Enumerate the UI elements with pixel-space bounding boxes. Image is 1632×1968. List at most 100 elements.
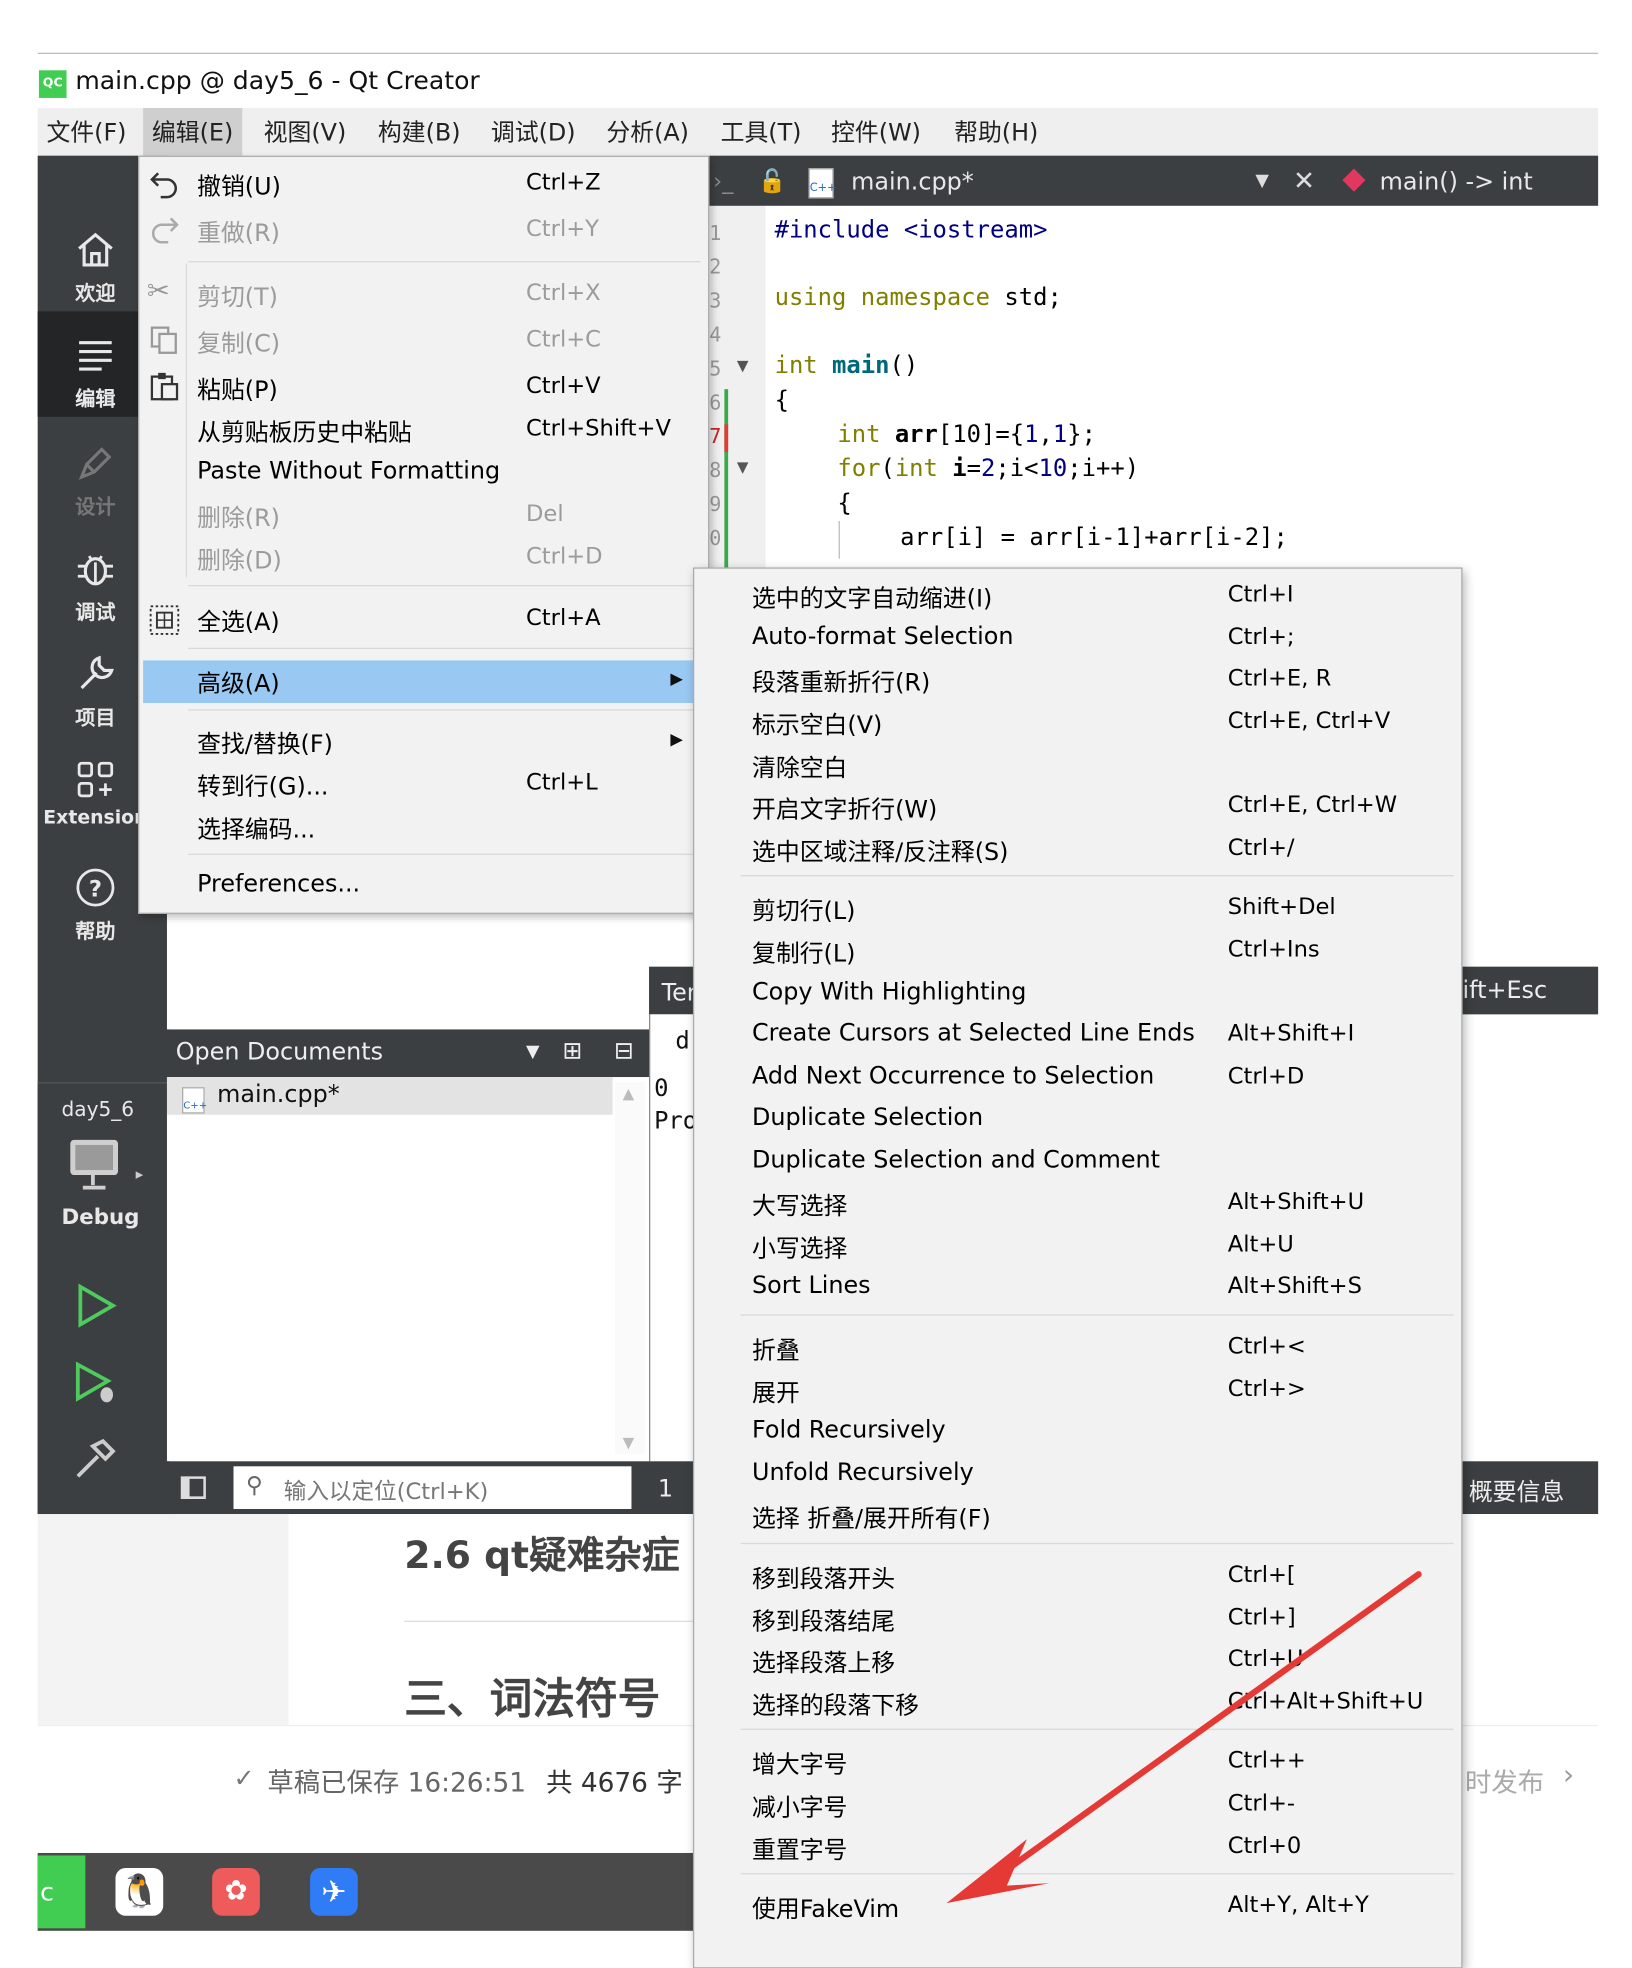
code-token: [10]={ bbox=[937, 420, 1025, 449]
submenu-item[interactable]: Copy With Highlighting bbox=[752, 978, 1026, 1006]
menu-item-delete-line[interactable]: 删除(D) bbox=[197, 542, 282, 576]
mode-debug[interactable]: 调试 bbox=[38, 547, 153, 625]
file-dropdown-icon[interactable]: ▼ bbox=[1255, 171, 1269, 191]
submenu-item[interactable]: Sort Lines bbox=[752, 1272, 871, 1300]
submenu-item[interactable]: 大写选择 bbox=[752, 1188, 847, 1222]
submenu-item[interactable]: 复制行(L) bbox=[752, 935, 855, 969]
submenu-item[interactable]: 开启文字折行(W) bbox=[752, 791, 937, 825]
right-tab-label[interactable]: ift+Esc bbox=[1463, 977, 1548, 1005]
menu-icon-column bbox=[185, 263, 188, 578]
mode-help[interactable]: ? 帮助 bbox=[38, 866, 153, 944]
run-button[interactable] bbox=[73, 1283, 118, 1333]
submenu-item[interactable]: Auto-format Selection bbox=[752, 623, 1014, 651]
menu-item-undo[interactable]: 撤销(U) bbox=[197, 168, 281, 202]
submenu-item[interactable]: 清除空白 bbox=[752, 749, 847, 783]
code-token: <iostream> bbox=[889, 215, 1048, 244]
menu-item-goto-line[interactable]: 转到行(G)... bbox=[197, 768, 328, 802]
menu-edit[interactable]: 编辑(E) bbox=[143, 107, 243, 156]
menu-item-paste-without-formatting[interactable]: Paste Without Formatting bbox=[197, 457, 500, 485]
code-token: using namespace bbox=[774, 283, 991, 312]
locator-input[interactable]: ⚲ 输入以定位(Ctrl+K) bbox=[233, 1466, 632, 1509]
taskbar-qtcreator-icon[interactable]: c bbox=[37, 1855, 86, 1929]
mode-extension[interactable]: Extension bbox=[38, 758, 153, 829]
terminal-tab[interactable]: Ter bbox=[662, 979, 697, 1007]
submenu-item[interactable]: Add Next Occurrence to Selection bbox=[752, 1062, 1154, 1090]
submenu-item[interactable]: 重置字号 bbox=[752, 1832, 847, 1866]
submenu-item[interactable]: 折叠 bbox=[752, 1332, 800, 1366]
submenu-item[interactable]: Unfold Recursively bbox=[752, 1459, 974, 1487]
submenu-item[interactable]: Duplicate Selection and Comment bbox=[752, 1146, 1160, 1174]
submenu-item[interactable]: 减小字号 bbox=[752, 1789, 847, 1823]
submenu-item[interactable]: 增大字号 bbox=[752, 1746, 847, 1780]
submenu-item[interactable]: Duplicate Selection bbox=[752, 1103, 983, 1131]
submenu-item[interactable]: 选中区域注释/反注释(S) bbox=[752, 834, 1008, 868]
kit-selector[interactable] bbox=[68, 1137, 123, 1197]
menu-item-select-all[interactable]: 全选(A) bbox=[197, 604, 280, 638]
menu-item-redo[interactable]: 重做(R) bbox=[197, 215, 280, 249]
split-panel-icon[interactable]: ⊞ bbox=[562, 1037, 582, 1065]
menu-item-paste[interactable]: 粘贴(P) bbox=[197, 372, 278, 406]
mode-edit[interactable]: 编辑 bbox=[38, 334, 153, 412]
submenu-item[interactable]: 标示空白(V) bbox=[752, 707, 882, 741]
taskbar-qq-icon[interactable]: 🐧 bbox=[115, 1868, 164, 1916]
code-editor[interactable] bbox=[765, 205, 1599, 570]
menu-item-cut[interactable]: 剪切(T) bbox=[197, 279, 278, 313]
menu-item-paste-history[interactable]: 从剪贴板历史中粘贴 bbox=[197, 414, 412, 448]
mode-welcome[interactable]: 欢迎 bbox=[38, 228, 153, 306]
menu-item-preferences[interactable]: Preferences... bbox=[197, 870, 360, 898]
taskbar-feishu-icon[interactable]: ✈ bbox=[310, 1868, 358, 1916]
menu-debug[interactable]: 调试(D) bbox=[482, 108, 584, 156]
editor-file-name[interactable]: main.cpp* bbox=[851, 168, 974, 196]
function-selector[interactable]: main() -> int bbox=[1380, 168, 1533, 196]
menu-item-select-encoding[interactable]: 选择编码... bbox=[197, 811, 315, 845]
submenu-item[interactable]: 段落重新折行(R) bbox=[752, 664, 930, 698]
mode-project[interactable]: 项目 bbox=[38, 653, 153, 731]
scroll-down-icon[interactable]: ▼ bbox=[623, 1434, 635, 1452]
debug-run-button[interactable] bbox=[73, 1361, 118, 1411]
menu-controls[interactable]: 控件(W) bbox=[822, 108, 929, 156]
publish-button[interactable]: 时发布 bbox=[1465, 1763, 1544, 1801]
menu-item-find-replace[interactable]: 查找/替换(F) bbox=[197, 726, 333, 760]
submenu-item[interactable]: 选中的文字自动缩进(I) bbox=[752, 580, 992, 614]
submenu-item[interactable]: 展开 bbox=[752, 1375, 800, 1409]
close-panel-icon[interactable]: ⊟ bbox=[614, 1037, 634, 1065]
taskbar-app-icon[interactable]: ✿ bbox=[212, 1868, 260, 1916]
submenu-item[interactable]: 剪切行(L) bbox=[752, 893, 855, 927]
menu-item-copy[interactable]: 复制(C) bbox=[197, 325, 280, 359]
submenu-item[interactable]: 选择的段落下移 bbox=[752, 1687, 919, 1721]
menu-tools[interactable]: 工具(T) bbox=[712, 108, 810, 156]
scrollbar[interactable] bbox=[615, 1082, 646, 1454]
line-number: 5 bbox=[709, 356, 722, 381]
submenu-item[interactable]: 移到段落开头 bbox=[752, 1560, 895, 1594]
menu-build[interactable]: 构建(B) bbox=[369, 108, 469, 156]
menu-analyze[interactable]: 分析(A) bbox=[598, 108, 698, 156]
toggle-sidebar-icon[interactable] bbox=[180, 1476, 206, 1499]
scroll-up-icon[interactable]: ▲ bbox=[623, 1085, 635, 1103]
build-button[interactable] bbox=[73, 1436, 118, 1486]
submenu-item[interactable]: 移到段落结尾 bbox=[752, 1603, 895, 1637]
menu-item-delete[interactable]: 删除(R) bbox=[197, 500, 280, 534]
fold-arrow-icon[interactable]: ▼ bbox=[737, 357, 749, 375]
submenu-item[interactable]: Fold Recursively bbox=[752, 1416, 946, 1444]
submenu-item[interactable]: 选择 折叠/展开所有(F) bbox=[752, 1500, 991, 1534]
summary-tab[interactable]: 概要信息 bbox=[1469, 1474, 1564, 1508]
line-number: 8 bbox=[709, 458, 722, 483]
submenu-item[interactable]: Create Cursors at Selected Line Ends bbox=[752, 1019, 1195, 1047]
submenu-item[interactable]: 小写选择 bbox=[752, 1230, 847, 1264]
nav-arrow-icon[interactable]: ›_ bbox=[713, 168, 733, 194]
submenu-item[interactable]: 选择段落上移 bbox=[752, 1645, 895, 1679]
mode-design[interactable]: 设计 bbox=[38, 442, 153, 520]
status-pane-number[interactable]: 1 bbox=[658, 1475, 673, 1503]
menu-file[interactable]: 文件(F) bbox=[38, 108, 136, 156]
fold-arrow-icon[interactable]: ▼ bbox=[737, 458, 749, 476]
draft-status: 草稿已保存 16:26:51 bbox=[267, 1767, 527, 1798]
panel-dropdown-icon[interactable]: ▼ bbox=[526, 1042, 540, 1062]
menu-view[interactable]: 视图(V) bbox=[255, 108, 355, 156]
close-file-icon[interactable]: ✕ bbox=[1293, 166, 1315, 196]
menu-help[interactable]: 帮助(H) bbox=[945, 108, 1047, 156]
open-doc-name: main.cpp* bbox=[217, 1080, 340, 1109]
menu-separator bbox=[188, 647, 701, 650]
pen-icon bbox=[78, 447, 112, 480]
menu-item-advanced[interactable]: 高级(A) bbox=[197, 665, 280, 699]
submenu-item[interactable]: 使用FakeVim bbox=[752, 1891, 899, 1925]
